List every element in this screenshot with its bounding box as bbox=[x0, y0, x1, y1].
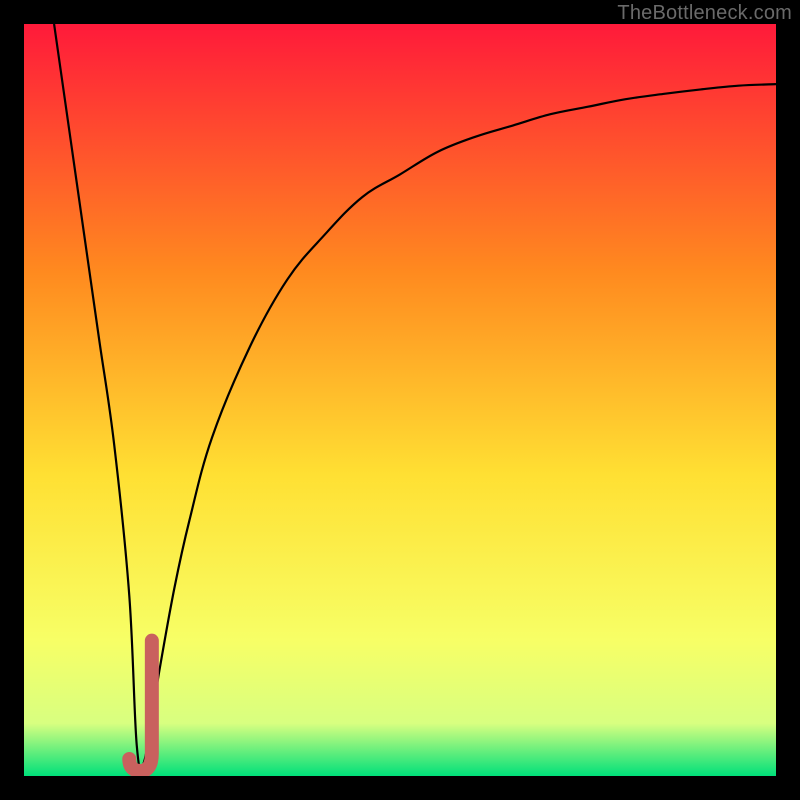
gradient-background bbox=[24, 24, 776, 776]
plot-area bbox=[24, 24, 776, 776]
watermark-text: TheBottleneck.com bbox=[617, 2, 792, 25]
chart-frame: TheBottleneck.com bbox=[0, 0, 800, 800]
chart-canvas bbox=[24, 24, 776, 776]
